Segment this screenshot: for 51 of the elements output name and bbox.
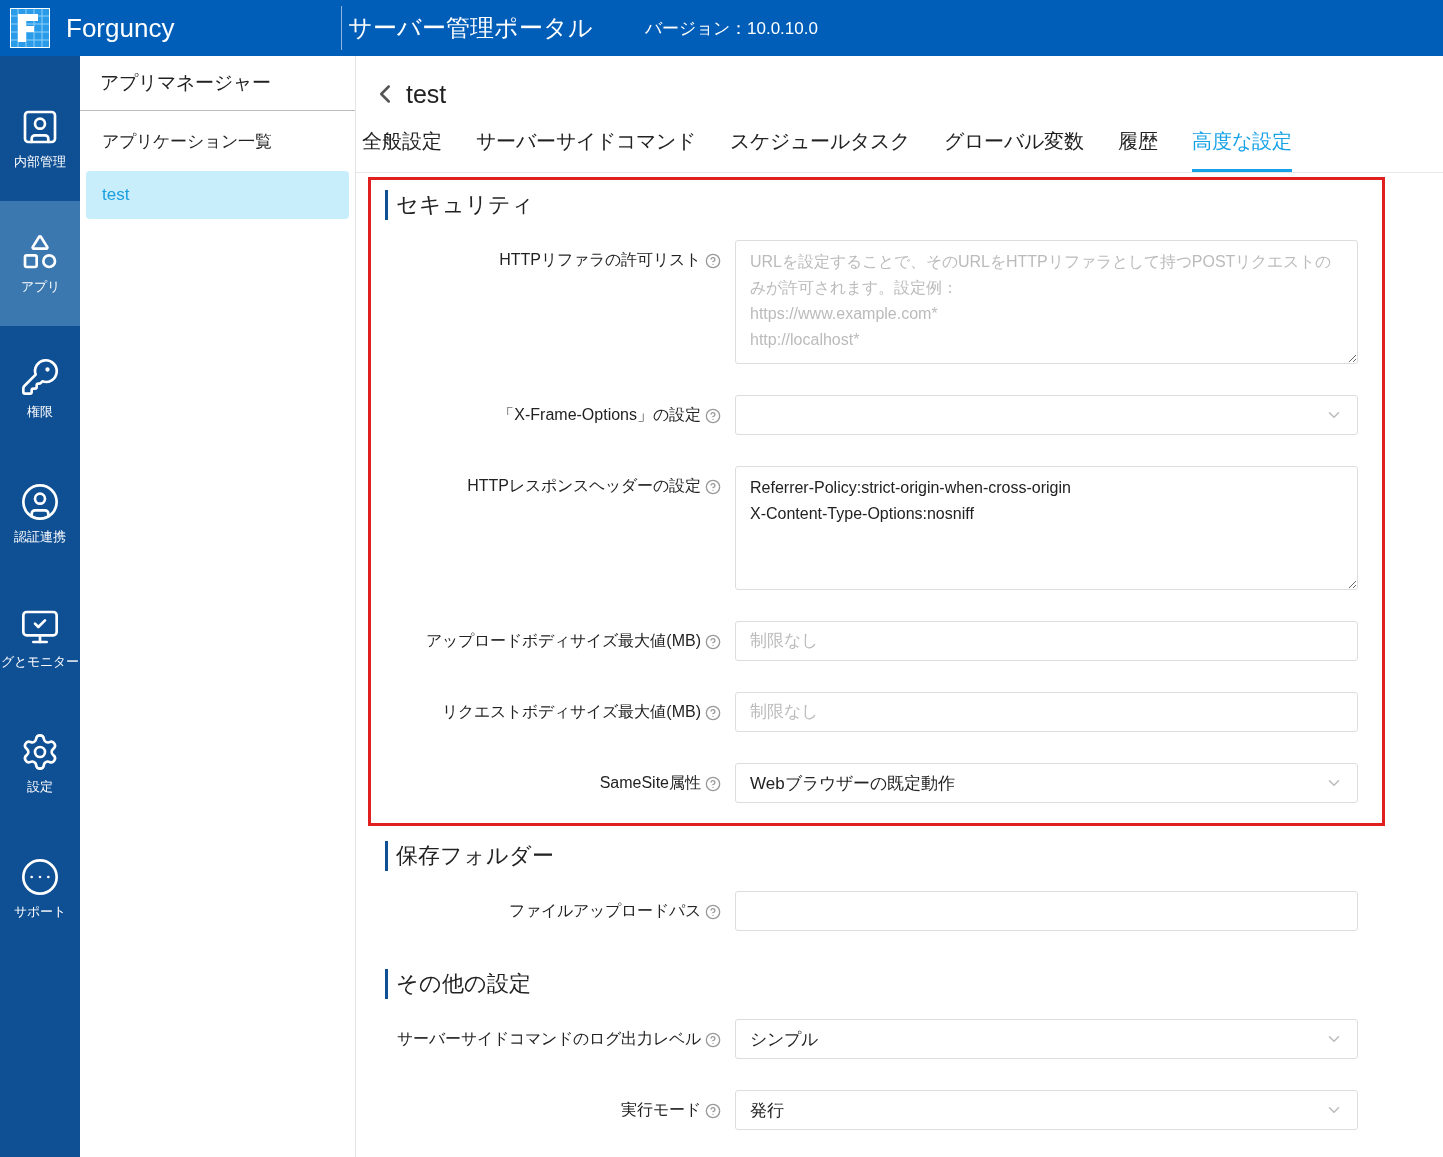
dropdown[interactable]: シンプル bbox=[735, 1019, 1358, 1059]
section-title: その他の設定 bbox=[385, 969, 1358, 999]
help-icon[interactable] bbox=[705, 252, 721, 269]
tab[interactable]: グローバル変数 bbox=[944, 128, 1084, 172]
more-icon bbox=[20, 856, 60, 897]
sidebar-title: アプリマネージャー bbox=[80, 56, 355, 111]
field-label: ファイルアップロードパス bbox=[509, 901, 701, 921]
dropdown[interactable]: Webブラウザーの既定動作 bbox=[735, 763, 1358, 803]
field-label: SameSite属性 bbox=[599, 773, 701, 793]
field-label: HTTPリファラの許可リスト bbox=[499, 250, 701, 270]
text-area[interactable]: Referrer-Policy:strict-origin-when-cross-origin X-Content-Type-Options:nosniff bbox=[735, 466, 1358, 590]
help-icon[interactable] bbox=[705, 633, 721, 650]
dropdown[interactable]: 発行 bbox=[735, 1090, 1358, 1130]
help-icon[interactable] bbox=[705, 478, 721, 495]
field-label: 実行モード bbox=[621, 1100, 701, 1120]
nav-item[interactable]: 設定 bbox=[0, 701, 80, 826]
tab[interactable]: スケジュールタスク bbox=[730, 128, 910, 172]
field-label: アップロードボディサイズ最大値(MB) bbox=[426, 631, 701, 651]
nav-item[interactable]: 内部管理 bbox=[0, 76, 80, 201]
nav-item[interactable]: アプリ bbox=[0, 201, 80, 326]
help-icon[interactable] bbox=[705, 775, 721, 792]
tab[interactable]: 履歴 bbox=[1118, 128, 1158, 172]
nav-item[interactable]: サポート bbox=[0, 826, 80, 951]
help-icon[interactable] bbox=[705, 903, 721, 920]
key-icon bbox=[20, 356, 60, 397]
logo-icon bbox=[10, 8, 50, 48]
section-title: 保存フォルダー bbox=[385, 841, 1358, 871]
field-label: リクエストボディサイズ最大値(MB) bbox=[442, 702, 701, 722]
nav-item[interactable]: 権限 bbox=[0, 326, 80, 451]
input-field[interactable] bbox=[735, 891, 1358, 931]
input-field[interactable]: 制限なし bbox=[735, 692, 1358, 732]
brand-name: Forguncy bbox=[66, 12, 175, 44]
help-icon[interactable] bbox=[705, 1031, 721, 1048]
version-text: バージョン：10.0.10.0 bbox=[645, 17, 818, 40]
nav-item[interactable]: 認証連携 bbox=[0, 451, 80, 576]
user-circle-icon bbox=[20, 481, 60, 522]
input-field[interactable]: 制限なし bbox=[735, 621, 1358, 661]
field-label: サーバーサイドコマンドのログ出力レベル bbox=[397, 1029, 701, 1049]
help-icon[interactable] bbox=[705, 1102, 721, 1119]
section-title: セキュリティ bbox=[385, 190, 1358, 220]
help-icon[interactable] bbox=[705, 407, 721, 424]
portal-title: サーバー管理ポータル bbox=[348, 13, 593, 43]
help-icon[interactable] bbox=[705, 704, 721, 721]
field-label: 「X-Frame-Options」の設定 bbox=[498, 405, 701, 425]
page-title: test bbox=[406, 79, 447, 109]
tab[interactable]: サーバーサイドコマンド bbox=[476, 128, 696, 172]
nav-item[interactable]: グとモニター bbox=[0, 576, 80, 701]
field-label: HTTPレスポンスヘッダーの設定 bbox=[467, 476, 701, 496]
sidebar-item[interactable]: アプリケーション一覧 bbox=[86, 117, 349, 165]
text-area[interactable]: URLを設定することで、そのURLをHTTPリファラとして持つPOSTリクエストのみが許可されます。設定例： https://www.example.com* http://localhost* bbox=[735, 240, 1358, 364]
tab[interactable]: 全般設定 bbox=[362, 128, 442, 172]
